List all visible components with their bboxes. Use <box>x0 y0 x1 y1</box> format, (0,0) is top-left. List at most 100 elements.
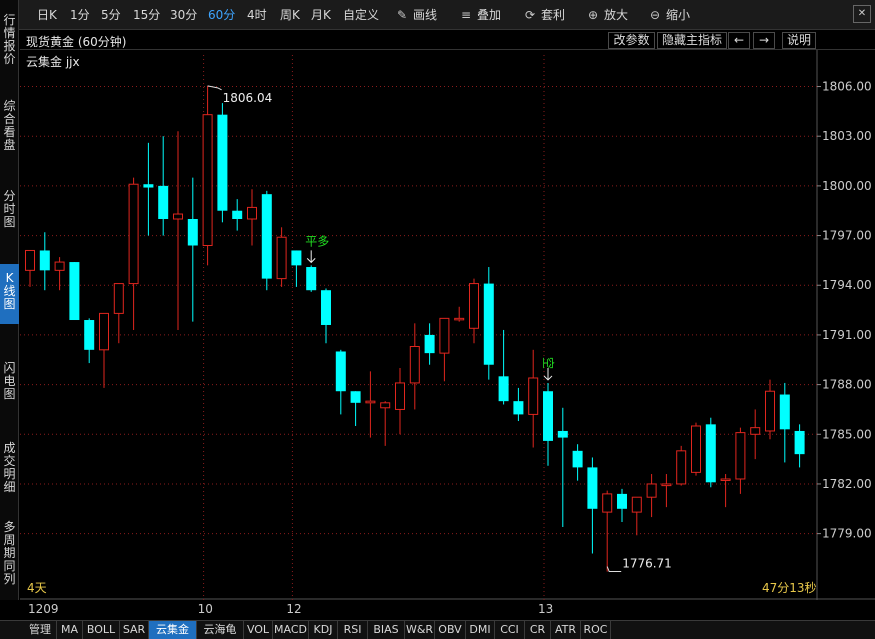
candle[interactable] <box>631 496 642 536</box>
candle-body <box>557 430 568 438</box>
candle[interactable] <box>750 409 761 460</box>
candle[interactable] <box>794 424 805 468</box>
candle[interactable] <box>39 232 50 291</box>
tab-16[interactable]: ATR <box>551 621 581 639</box>
signal-label: 平多 <box>305 234 329 248</box>
tab-2[interactable]: BOLL <box>83 621 120 639</box>
y-tick-label: 1782.00 <box>822 477 872 491</box>
tab-17[interactable]: ROC <box>581 621 611 639</box>
candle-body <box>321 290 331 325</box>
candle[interactable] <box>395 368 405 435</box>
tab-8[interactable]: KDJ <box>309 621 338 639</box>
candle-body <box>661 483 672 487</box>
candle[interactable] <box>735 427 746 494</box>
candle-body <box>602 493 613 513</box>
candle[interactable] <box>306 265 317 292</box>
tab-0[interactable]: 管理 <box>24 621 57 639</box>
candle[interactable] <box>158 136 169 236</box>
candle[interactable] <box>543 382 553 466</box>
candle[interactable] <box>587 457 598 554</box>
candle[interactable] <box>557 407 568 528</box>
candle-body <box>513 401 524 415</box>
candle[interactable] <box>232 199 243 231</box>
candle[interactable] <box>217 103 228 223</box>
y-tick-label: 1794.00 <box>822 278 872 292</box>
candle-body <box>424 334 435 354</box>
candle[interactable] <box>84 318 95 364</box>
candle[interactable] <box>676 445 687 486</box>
candle[interactable] <box>528 349 539 448</box>
tab-7[interactable]: MACD <box>273 621 309 639</box>
candle[interactable] <box>646 474 657 518</box>
candle[interactable] <box>202 85 213 266</box>
candle-body <box>735 432 746 480</box>
candle[interactable] <box>173 131 183 330</box>
tab-1[interactable]: MA <box>57 621 83 639</box>
tab-14[interactable]: CCI <box>495 621 525 639</box>
tab-5[interactable]: 云海龟 <box>197 621 244 639</box>
x-tick-label: 13 <box>538 602 553 616</box>
candle[interactable] <box>365 371 376 438</box>
candle[interactable] <box>469 278 479 344</box>
candle[interactable] <box>779 382 790 463</box>
candle[interactable] <box>335 349 346 415</box>
candle[interactable] <box>128 177 139 330</box>
candle[interactable] <box>572 444 583 481</box>
candle[interactable] <box>291 250 302 287</box>
tab-4[interactable]: 云集金 <box>149 621 197 639</box>
candle-body <box>409 346 420 384</box>
tab-10[interactable]: BIAS <box>368 621 405 639</box>
candle[interactable] <box>513 387 524 422</box>
candle[interactable] <box>350 391 361 426</box>
candle-body <box>483 283 494 365</box>
candle[interactable] <box>99 312 109 388</box>
tab-15[interactable]: CR <box>525 621 551 639</box>
y-tick-label: 1788.00 <box>822 378 872 392</box>
tab-6[interactable]: VOL <box>244 621 273 639</box>
candle[interactable] <box>765 379 775 440</box>
candle-body <box>247 206 257 220</box>
candle[interactable] <box>69 262 80 321</box>
candle-body <box>631 496 642 513</box>
candle[interactable] <box>691 422 701 476</box>
candle[interactable] <box>247 189 257 246</box>
candle-body <box>587 467 598 509</box>
candle[interactable] <box>187 177 198 322</box>
tab-11[interactable]: W&R <box>405 621 435 639</box>
candle[interactable] <box>380 401 391 446</box>
candle[interactable] <box>439 317 450 382</box>
candle[interactable] <box>454 306 465 322</box>
candle-body <box>261 194 272 279</box>
y-tick-label: 1806.00 <box>822 80 872 94</box>
tab-9[interactable]: RSI <box>338 621 368 639</box>
tab-13[interactable]: DMI <box>466 621 495 639</box>
signal-label: 空 <box>541 357 555 369</box>
candle-body <box>469 283 479 329</box>
candle[interactable] <box>602 490 613 572</box>
candle[interactable] <box>321 288 331 344</box>
candle[interactable] <box>661 474 672 508</box>
candle[interactable] <box>143 142 154 236</box>
tab-3[interactable]: SAR <box>120 621 149 639</box>
candle[interactable] <box>498 329 509 405</box>
candle[interactable] <box>409 323 420 410</box>
candle[interactable] <box>261 190 272 291</box>
candle[interactable] <box>483 267 494 380</box>
candle[interactable] <box>720 474 731 508</box>
candle-body <box>454 317 465 321</box>
candle-body <box>543 391 553 441</box>
candle[interactable] <box>617 488 627 523</box>
x-tick-label: 1209 <box>28 602 59 616</box>
candle-body <box>439 317 450 354</box>
candle-body <box>335 351 346 392</box>
candle-body <box>84 320 95 350</box>
candle[interactable] <box>276 227 287 287</box>
candle-body <box>365 400 376 404</box>
tab-12[interactable]: OBV <box>435 621 466 639</box>
candle-body <box>572 450 583 468</box>
candle[interactable] <box>424 323 435 365</box>
candlestick-chart[interactable]: 1806.00 1803.00 1800.00 1797.00 1794.00 1791.… <box>0 0 875 620</box>
candle[interactable] <box>25 249 35 287</box>
candle[interactable] <box>705 417 716 488</box>
candle[interactable] <box>113 283 124 344</box>
